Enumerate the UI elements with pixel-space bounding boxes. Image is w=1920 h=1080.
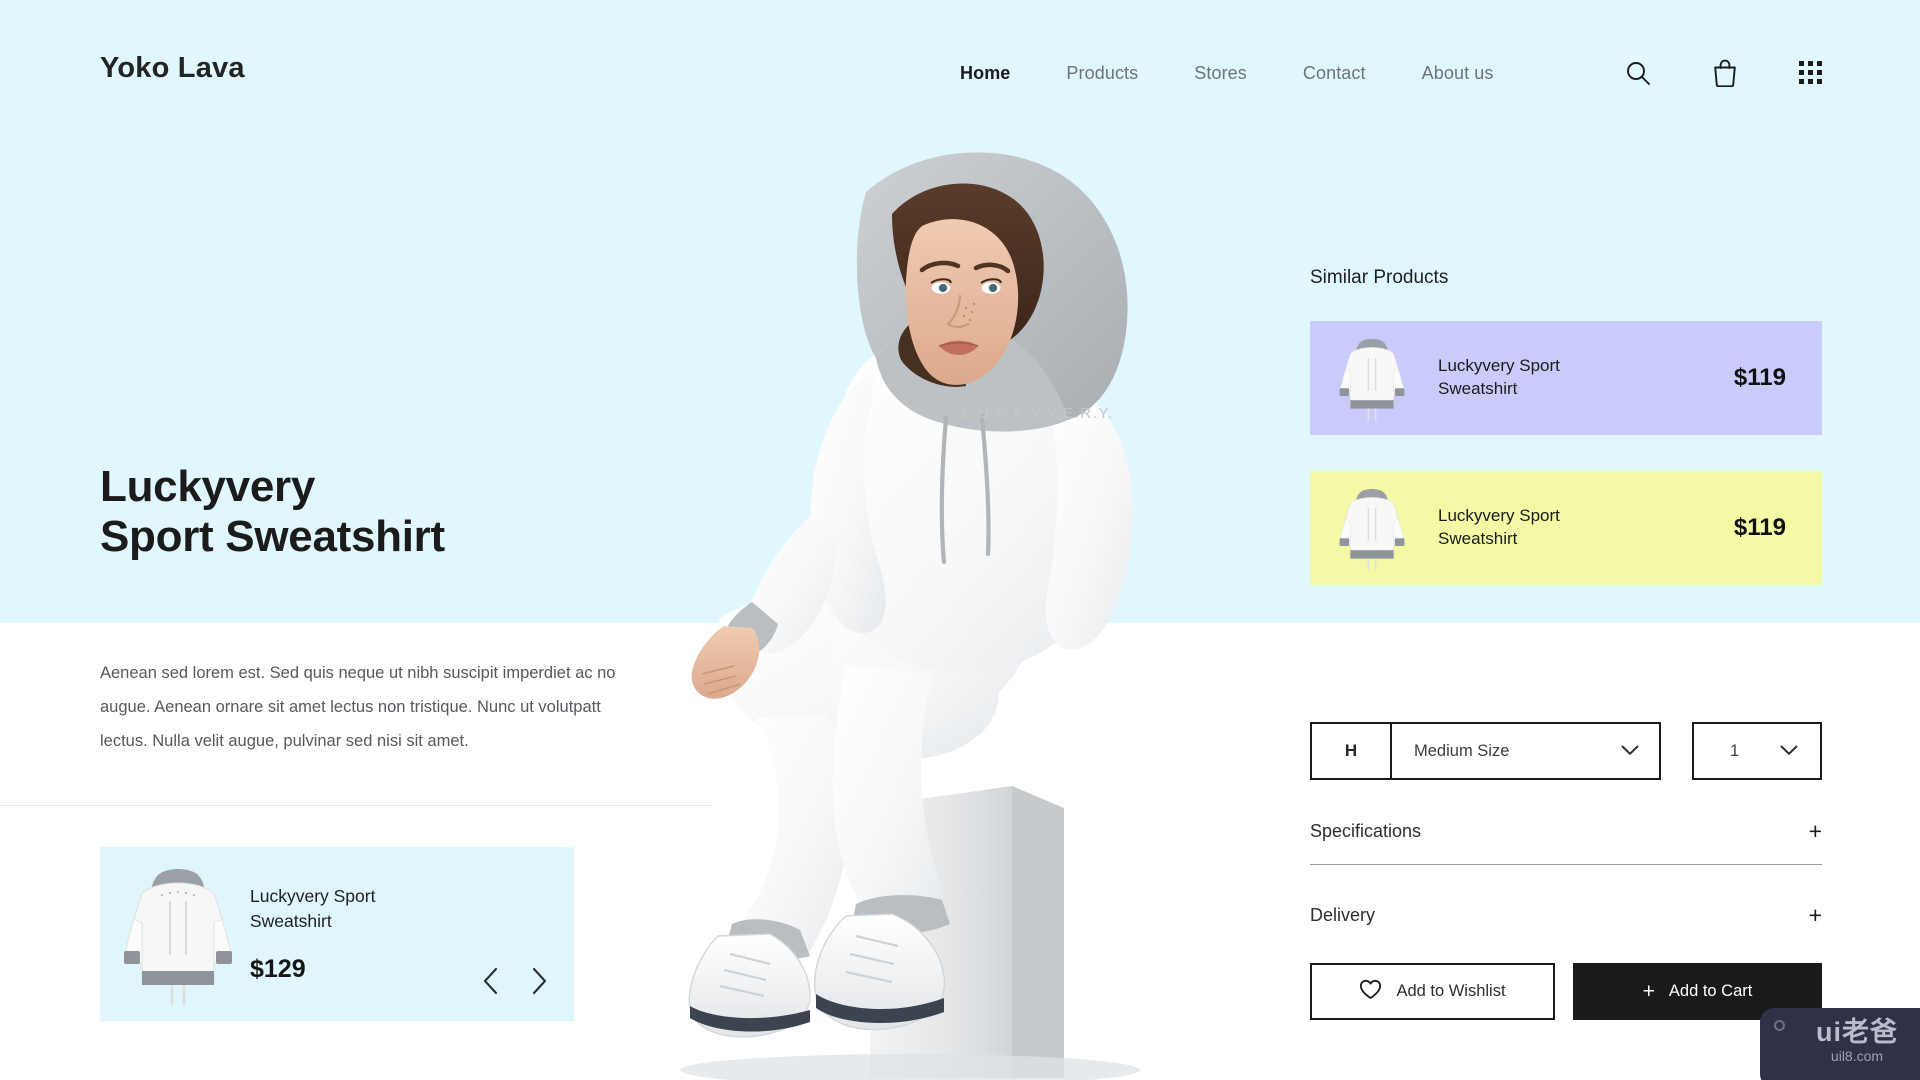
left-column-divider [0, 805, 712, 806]
carousel-controls [482, 967, 548, 995]
plus-icon: + [1808, 818, 1822, 844]
product-options: H Medium Size 1 [1310, 722, 1822, 780]
size-prefix-button[interactable]: H [1310, 722, 1390, 780]
size-select[interactable]: Medium Size [1390, 722, 1661, 780]
size-select-value: Medium Size [1414, 741, 1510, 760]
featured-product-name: Luckyvery Sport Sweatshirt [250, 886, 376, 931]
nav-item-home[interactable]: Home [960, 63, 1010, 84]
shopping-bag-icon[interactable] [1712, 58, 1738, 88]
accordion-specifications-label: Specifications [1310, 821, 1422, 841]
accordion-specifications[interactable]: Specifications + [1310, 820, 1822, 843]
chevron-down-icon [1780, 742, 1798, 761]
nav-item-contact[interactable]: Contact [1303, 63, 1366, 84]
quantity-select[interactable]: 1 [1692, 722, 1822, 780]
nav-item-products[interactable]: Products [1066, 63, 1138, 84]
chevron-down-icon [1621, 742, 1639, 761]
quantity-select-value: 1 [1730, 741, 1740, 760]
watermark-badge: ui老爸 uil8.com [1760, 1008, 1920, 1080]
watermark-dot-icon [1774, 1020, 1785, 1031]
heart-icon [1359, 979, 1382, 1005]
brand-logo[interactable]: Yoko Lava [100, 52, 245, 85]
similar-product-price: $119 [1733, 364, 1786, 391]
product-model-photo: L.U.C.K.Y.V.E.R.Y. [660, 118, 1280, 1080]
header-icon-group [1625, 58, 1822, 88]
nav-item-stores[interactable]: Stores [1194, 63, 1247, 84]
product-description: Aenean sed lorem est. Sed quis neque ut … [100, 664, 616, 750]
similar-product-price: $119 [1733, 514, 1786, 541]
plus-icon: + [1642, 980, 1655, 1003]
page-title-line2: Sport Sweatshirt [100, 512, 445, 562]
watermark-title: ui老爸 [1816, 1017, 1898, 1047]
carousel-prev-icon[interactable] [482, 967, 499, 995]
page-root: Yoko Lava Home Products Stores Contact A… [0, 0, 1920, 1080]
similar-product-name: Luckyvery Sport Sweatshirt [1438, 506, 1560, 548]
add-to-wishlist-label: Add to Wishlist [1396, 982, 1506, 1000]
grid-menu-icon[interactable] [1799, 61, 1822, 84]
search-icon[interactable] [1625, 60, 1651, 86]
similar-product-item-2[interactable]: Luckyvery Sport Sweatshirt $119 [1310, 471, 1822, 585]
carousel-next-icon[interactable] [531, 967, 548, 995]
add-to-cart-label: Add to Cart [1668, 982, 1753, 1000]
accordion-delivery[interactable]: Delivery + [1310, 904, 1822, 927]
similar-product-thumbnail [1336, 332, 1408, 424]
page-title: Luckyvery Sport Sweatshirt [100, 462, 445, 562]
featured-product-price: $129 [250, 955, 306, 983]
accordion-divider [1310, 864, 1822, 865]
page-title-line1: Luckyvery [100, 462, 316, 511]
similar-product-thumbnail [1336, 482, 1408, 574]
similar-product-item-1[interactable]: Luckyvery Sport Sweatshirt $119 [1310, 321, 1822, 435]
watermark-url: uil8.com [1830, 1048, 1884, 1065]
main-navigation: Home Products Stores Contact About us [960, 63, 1493, 84]
similar-product-name: Luckyvery Sport Sweatshirt [1438, 356, 1560, 398]
add-to-wishlist-button[interactable]: Add to Wishlist [1310, 963, 1555, 1020]
featured-product-card[interactable]: Luckyvery Sport Sweatshirt $129 [100, 847, 574, 1021]
accordion-delivery-label: Delivery [1310, 905, 1376, 925]
featured-product-thumbnail [118, 859, 238, 1009]
plus-icon: + [1808, 902, 1822, 928]
garment-chest-text: L.U.C.K.Y.V.E.R.Y. [962, 405, 1114, 422]
similar-products-heading: Similar Products [1310, 267, 1449, 288]
nav-item-about-us[interactable]: About us [1422, 63, 1494, 84]
site-header: Yoko Lava Home Products Stores Contact A… [0, 0, 1920, 132]
featured-product-info: Luckyvery Sport Sweatshirt $129 [250, 884, 482, 984]
